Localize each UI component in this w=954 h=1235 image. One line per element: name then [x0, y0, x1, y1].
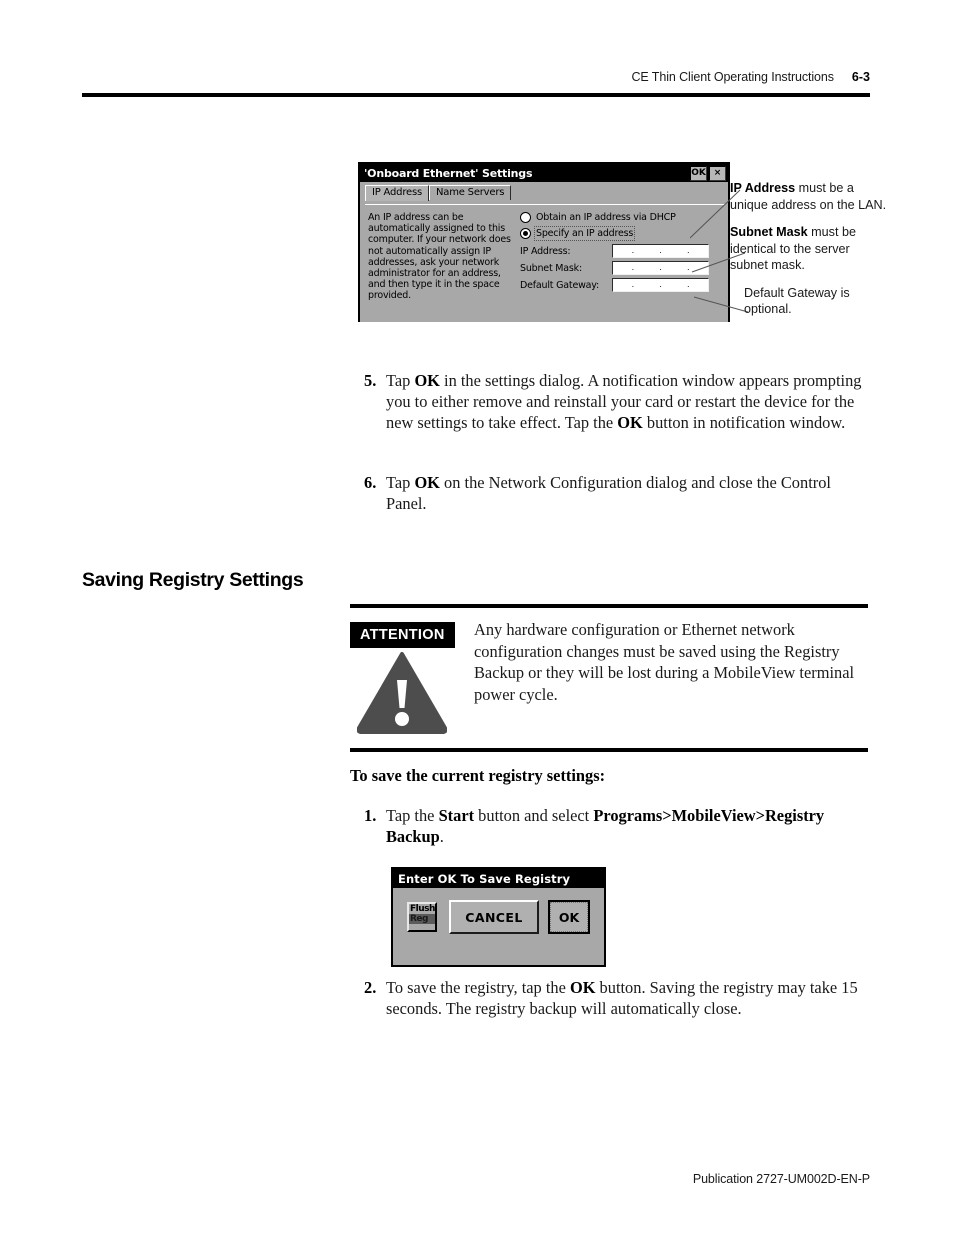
- tab-ip-address[interactable]: IP Address: [365, 185, 429, 201]
- radio-specify-ip-label: Specify an IP address: [533, 226, 636, 241]
- ip-dot-1: .: [631, 280, 635, 289]
- ip-dot-2: .: [659, 263, 662, 272]
- field-subnet-mask-label: Subnet Mask:: [520, 262, 582, 274]
- attention-rule-top: [350, 604, 868, 608]
- header-rule: [82, 93, 870, 97]
- header-text-row: CE Thin Client Operating Instructions 6-…: [632, 70, 871, 84]
- dialog-titlebar: Enter OK To Save Registry: [393, 869, 604, 888]
- callout-subnet-mask: Subnet Mask must be identical to the ser…: [730, 224, 890, 274]
- publication-footer: Publication 2727-UM002D-EN-P: [692, 1172, 870, 1186]
- ip-dot-2: .: [659, 246, 662, 255]
- callout-ip-address: IP Address must be a unique address on t…: [730, 180, 890, 213]
- page-header: CE Thin Client Operating Instructions 6-…: [82, 70, 870, 100]
- page-title: Saving Registry Settings: [82, 569, 304, 591]
- step-number: 1.: [364, 806, 377, 825]
- callout-ip-address-term: IP Address: [730, 181, 796, 195]
- ip-dot-1: .: [631, 263, 635, 272]
- step-text: Tap OK on the Network Configuration dial…: [386, 473, 831, 513]
- attention-rule-bottom: [350, 748, 868, 752]
- step-text: To save the registry, tap the OK button.…: [386, 978, 858, 1018]
- step-text: Tap the Start button and select Programs…: [386, 806, 825, 846]
- callout-default-gateway-text: Default Gateway is optional.: [744, 285, 850, 317]
- onboard-ethernet-settings-dialog: 'Onboard Ethernet' Settings OK × IP Addr…: [358, 162, 730, 322]
- field-ip-address-label: IP Address:: [520, 245, 571, 257]
- step-text: Tap OK in the settings dialog. A notific…: [386, 371, 862, 432]
- dialog-body: Flush Reg CANCEL OK: [393, 888, 604, 965]
- ip-dot-3: .: [686, 280, 690, 289]
- tab-name-servers[interactable]: Name Servers: [428, 185, 512, 200]
- flush-registry-icon-line1: Flush: [410, 904, 435, 914]
- list-item: 1. Tap the Start button and select Progr…: [364, 806, 864, 848]
- ip-dot-3: .: [686, 263, 690, 272]
- ip-dot-1: .: [631, 246, 635, 255]
- page-number: 6-3: [851, 70, 870, 84]
- radio-checked-icon: [520, 228, 531, 239]
- flush-registry-icon: Flush Reg: [407, 902, 437, 932]
- callout-default-gateway: Default Gateway is optional.: [744, 285, 890, 318]
- dialog-titlebar: 'Onboard Ethernet' Settings OK ×: [360, 164, 728, 182]
- dialog-title: Enter OK To Save Registry: [398, 871, 571, 886]
- enter-ok-to-save-registry-dialog: Enter OK To Save Registry Flush Reg CANC…: [391, 867, 606, 967]
- field-default-gateway-label: Default Gateway:: [520, 279, 600, 291]
- attention-callout-box: ATTENTION Any hardware configuration or …: [350, 604, 868, 752]
- running-head-title: CE Thin Client Operating Instructions: [631, 70, 835, 84]
- list-item: 5. Tap OK in the settings dialog. A noti…: [364, 371, 869, 433]
- radio-unchecked-icon: [520, 212, 531, 223]
- ip-dot-2: .: [659, 280, 662, 289]
- step-number: 5.: [364, 371, 377, 390]
- dialog-title: 'Onboard Ethernet' Settings: [364, 166, 533, 180]
- tab-underline: [365, 204, 725, 205]
- radio-obtain-dhcp-label: Obtain an IP address via DHCP: [536, 212, 676, 223]
- ip-dot-3: .: [686, 246, 690, 255]
- attention-text: Any hardware configuration or Ethernet n…: [474, 620, 855, 704]
- dialog-tabs: IP Address Name Servers: [365, 185, 512, 201]
- step-number: 6.: [364, 473, 377, 492]
- ok-button-label: OK: [550, 902, 588, 932]
- list-item: 2. To save the registry, tap the OK butt…: [364, 978, 869, 1020]
- dialog-body: IP Address Name Servers An IP address ca…: [360, 182, 728, 322]
- ip-address-description: An IP address can be automatically assig…: [368, 212, 511, 302]
- warning-triangle-icon: [357, 652, 447, 734]
- callout-subnet-mask-term: Subnet Mask: [730, 225, 808, 239]
- flush-registry-icon-line2: Reg: [409, 914, 435, 924]
- subsection-heading: To save the current registry settings:: [350, 766, 606, 785]
- ok-button[interactable]: OK: [548, 900, 590, 934]
- cancel-button[interactable]: CANCEL: [449, 900, 539, 934]
- step-number: 2.: [364, 978, 377, 997]
- list-item: 6. Tap OK on the Network Configuration d…: [364, 473, 864, 515]
- callout-notes: IP Address must be a unique address on t…: [730, 180, 890, 329]
- attention-label: ATTENTION: [350, 622, 455, 648]
